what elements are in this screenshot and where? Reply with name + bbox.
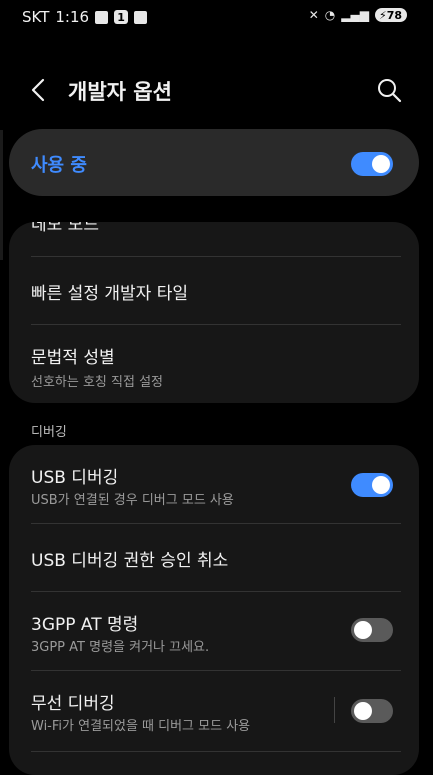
list-item-subtitle: 선호하는 호칭 직접 설정 bbox=[31, 375, 163, 390]
list-item-3gpp-at[interactable]: 3GPP AT 명령 3GPP AT 명령을 켜거나 끄세요. bbox=[9, 592, 419, 670]
scroll-edge bbox=[0, 130, 3, 260]
search-icon[interactable] bbox=[375, 76, 403, 104]
list-item-subtitle: 3GPP AT 명령을 켜거나 끄세요. bbox=[31, 640, 210, 655]
list-item-title: 문법적 성별 bbox=[31, 348, 115, 368]
page-title: 개발자 옵션 bbox=[68, 80, 172, 104]
status-bar: SKT 1:16 1 ✕ ◔ ▂▄▆ ⚡ 78 bbox=[0, 0, 433, 34]
time-label: 1:16 bbox=[55, 8, 90, 26]
list-item-demo-mode[interactable]: 데모 모드 bbox=[9, 222, 419, 256]
list-item-title: 빠른 설정 개발자 타일 bbox=[31, 284, 188, 304]
master-toggle[interactable] bbox=[351, 152, 393, 176]
list-item-usb-debugging[interactable]: USB 디버깅 USB가 연결된 경우 디버그 모드 사용 bbox=[9, 445, 419, 523]
back-arrow-icon[interactable] bbox=[26, 76, 54, 104]
list-item-title: 3GPP AT 명령 bbox=[31, 615, 139, 635]
gallery-notification-icon bbox=[134, 10, 148, 24]
app-notification-icon bbox=[95, 10, 109, 24]
3gpp-at-toggle[interactable] bbox=[351, 618, 393, 642]
master-switch-label: 사용 중 bbox=[31, 155, 87, 176]
master-switch-bar[interactable]: 사용 중 bbox=[9, 129, 419, 196]
carrier-label: SKT bbox=[22, 8, 50, 26]
toggle-knob bbox=[372, 476, 390, 494]
list-item-subtitle: Wi-Fi가 연결되었을 때 디버그 모드 사용 bbox=[31, 719, 251, 734]
list-item-title: USB 디버깅 bbox=[31, 468, 119, 488]
list-item-title: 무선 디버깅 bbox=[31, 694, 115, 714]
charging-icon: ⚡ bbox=[378, 8, 387, 22]
demo-mode-label: 데모 모드 bbox=[31, 222, 99, 235]
list-item-wireless-debugging[interactable]: 무선 디버깅 Wi-Fi가 연결되었을 때 디버그 모드 사용 bbox=[9, 671, 419, 751]
list-item-title: USB 디버깅 권한 승인 취소 bbox=[31, 551, 229, 571]
settings-card-general: 데모 모드 빠른 설정 개발자 타일 문법적 성별 선호하는 호칭 직접 설정 bbox=[9, 222, 419, 403]
status-left: SKT 1:16 1 bbox=[22, 8, 148, 26]
list-item-quick-settings-tiles[interactable]: 빠른 설정 개발자 타일 bbox=[9, 257, 419, 324]
wireless-debugging-toggle[interactable] bbox=[351, 699, 393, 723]
app-bar: 개발자 옵션 bbox=[0, 62, 433, 118]
list-item-subtitle: USB가 연결된 경우 디버그 모드 사용 bbox=[31, 493, 234, 508]
vertical-separator bbox=[334, 697, 335, 723]
list-item-revoke-usb-auth[interactable]: USB 디버깅 권한 승인 취소 bbox=[9, 524, 419, 591]
settings-card-debugging: USB 디버깅 USB가 연결된 경우 디버그 모드 사용 USB 디버깅 권한… bbox=[9, 445, 419, 775]
toggle-knob bbox=[354, 702, 372, 720]
section-header-debugging: 디버깅 bbox=[31, 425, 67, 440]
battery-icon: ⚡ 78 bbox=[374, 8, 407, 22]
notification-count-badge: 1 bbox=[114, 10, 129, 24]
signal-icon: ▂▄▆ bbox=[341, 8, 369, 22]
mute-icon: ✕ bbox=[308, 8, 319, 22]
toggle-knob bbox=[372, 155, 390, 173]
list-item-grammatical-gender[interactable]: 문법적 성별 선호하는 호칭 직접 설정 bbox=[9, 325, 419, 403]
toggle-knob bbox=[354, 621, 372, 639]
divider bbox=[31, 751, 401, 752]
battery-level: 78 bbox=[386, 8, 402, 22]
wifi-icon: ◔ bbox=[324, 8, 336, 22]
usb-debugging-toggle[interactable] bbox=[351, 473, 393, 497]
status-right: ✕ ◔ ▂▄▆ ⚡ 78 bbox=[309, 8, 407, 22]
